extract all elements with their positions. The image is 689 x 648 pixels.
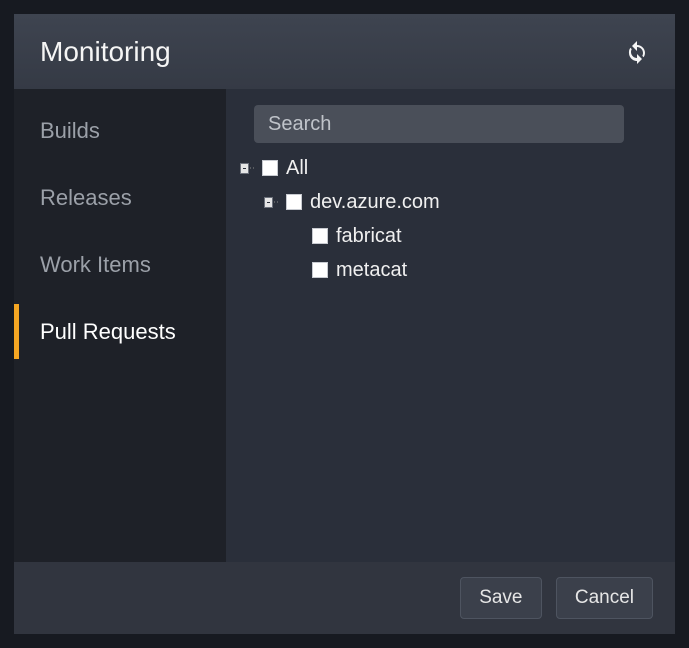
sidebar-item-label: Pull Requests xyxy=(40,319,176,345)
checkbox-all[interactable] xyxy=(262,160,278,176)
body: Builds Releases Work Items Pull Requests xyxy=(14,89,675,562)
sidebar-item-label: Releases xyxy=(40,185,132,211)
button-label: Save xyxy=(479,587,522,609)
button-label: Cancel xyxy=(575,587,634,609)
expander-dev-azure-com[interactable] xyxy=(264,195,278,209)
footer: Save Cancel xyxy=(14,562,675,634)
expander-all[interactable] xyxy=(240,161,254,175)
tree: All dev.azure.com fabricat metacat xyxy=(234,151,655,287)
sidebar-item-pullrequests[interactable]: Pull Requests xyxy=(14,298,226,365)
checkbox-metacat[interactable] xyxy=(312,262,328,278)
checkbox-fabricat[interactable] xyxy=(312,228,328,244)
sidebar: Builds Releases Work Items Pull Requests xyxy=(14,89,226,562)
tree-label: dev.azure.com xyxy=(310,191,440,214)
content-pane: All dev.azure.com fabricat metacat xyxy=(226,89,675,562)
monitoring-window: Monitoring Builds Releases Work Items Pu… xyxy=(14,14,675,634)
tree-label: fabricat xyxy=(336,225,402,248)
search-wrap xyxy=(234,105,655,143)
tree-node-fabricat: fabricat xyxy=(234,219,655,253)
sidebar-item-releases[interactable]: Releases xyxy=(14,164,226,231)
cancel-button[interactable]: Cancel xyxy=(556,577,653,619)
page-title: Monitoring xyxy=(40,36,171,68)
sidebar-item-builds[interactable]: Builds xyxy=(14,97,226,164)
tree-node-metacat: metacat xyxy=(234,253,655,287)
sidebar-item-label: Work Items xyxy=(40,252,151,278)
refresh-icon xyxy=(625,40,649,64)
header: Monitoring xyxy=(14,14,675,89)
sidebar-item-label: Builds xyxy=(40,118,100,144)
tree-label: metacat xyxy=(336,259,407,282)
search-input[interactable] xyxy=(254,105,624,143)
refresh-button[interactable] xyxy=(623,38,651,66)
tree-node-dev-azure-com: dev.azure.com xyxy=(234,185,655,219)
save-button[interactable]: Save xyxy=(460,577,542,619)
tree-label: All xyxy=(286,157,308,180)
tree-node-all: All xyxy=(234,151,655,185)
sidebar-item-workitems[interactable]: Work Items xyxy=(14,231,226,298)
checkbox-dev-azure-com[interactable] xyxy=(286,194,302,210)
